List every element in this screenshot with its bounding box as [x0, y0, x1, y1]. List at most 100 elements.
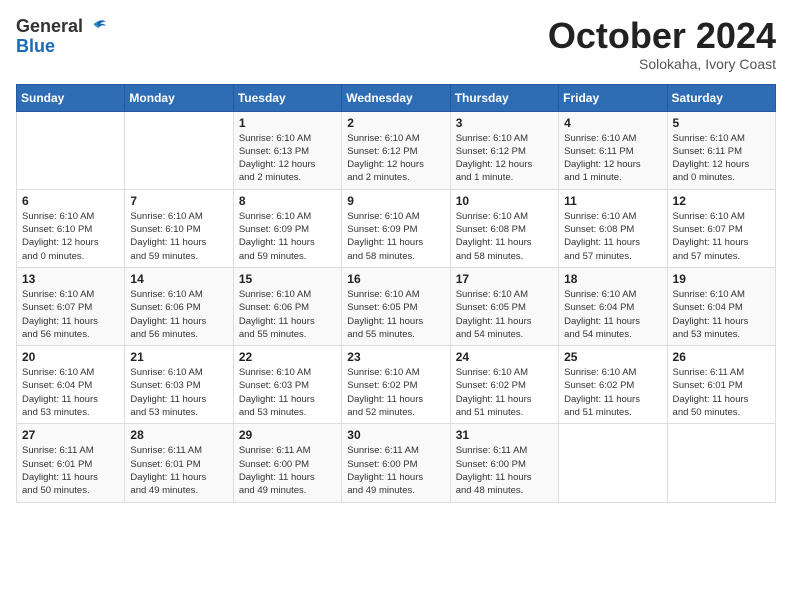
weekday-sunday: Sunday — [17, 84, 125, 111]
day-cell-27: 27 Sunrise: 6:11 AM Sunset: 6:01 PM Dayli… — [17, 424, 125, 502]
day-number-31: 31 — [456, 428, 553, 442]
week-row-1: 1Sunrise: 6:10 AM Sunset: 6:13 PM Daylig… — [17, 111, 776, 189]
day-number-12: 12 — [673, 194, 770, 208]
day-info-31: Sunrise: 6:11 AM Sunset: 6:00 PM Dayligh… — [456, 444, 553, 497]
day-number-30: 30 — [347, 428, 444, 442]
day-number-7: 7 — [130, 194, 227, 208]
day-info-6: Sunrise: 6:10 AM Sunset: 6:10 PM Dayligh… — [22, 210, 119, 263]
day-cell-28: 28Sunrise: 6:11 AM Sunset: 6:01 PM Dayli… — [125, 424, 233, 502]
day-cell-4: 4 Sunrise: 6:10 AM Sunset: 6:11 PM Daylig… — [559, 111, 667, 189]
day-info-15: Sunrise: 6:10 AM Sunset: 6:06 PM Dayligh… — [239, 288, 336, 341]
day-info-2: Sunrise: 6:10 AM Sunset: 6:12 PM Dayligh… — [347, 132, 444, 185]
day-info-8: Sunrise: 6:10 AM Sunset: 6:09 PM Dayligh… — [239, 210, 336, 263]
day-info-22: Sunrise: 6:10 AM Sunset: 6:03 PM Dayligh… — [239, 366, 336, 419]
logo-general: General — [16, 16, 83, 37]
day-info-29: Sunrise: 6:11 AM Sunset: 6:00 PM Dayligh… — [239, 444, 336, 497]
day-cell-30: 30Sunrise: 6:11 AM Sunset: 6:00 PM Dayli… — [342, 424, 450, 502]
day-number-19: 19 — [673, 272, 770, 286]
week-row-4: 20Sunrise: 6:10 AM Sunset: 6:04 PM Dayli… — [17, 346, 776, 424]
day-number-4: 4 — [564, 116, 661, 130]
weekday-header-row: SundayMondayTuesdayWednesdayThursdayFrid… — [17, 84, 776, 111]
day-cell-20: 20Sunrise: 6:10 AM Sunset: 6:04 PM Dayli… — [17, 346, 125, 424]
day-info-9: Sunrise: 6:10 AM Sunset: 6:09 PM Dayligh… — [347, 210, 444, 263]
day-number-29: 29 — [239, 428, 336, 442]
week-row-2: 6 Sunrise: 6:10 AM Sunset: 6:10 PM Daylig… — [17, 189, 776, 267]
day-info-25: Sunrise: 6:10 AM Sunset: 6:02 PM Dayligh… — [564, 366, 661, 419]
day-number-6: 6 — [22, 194, 119, 208]
day-info-21: Sunrise: 6:10 AM Sunset: 6:03 PM Dayligh… — [130, 366, 227, 419]
day-cell-7: 7Sunrise: 6:10 AM Sunset: 6:10 PM Daylig… — [125, 189, 233, 267]
weekday-thursday: Thursday — [450, 84, 558, 111]
empty-cell — [667, 424, 775, 502]
day-cell-14: 14 Sunrise: 6:10 AM Sunset: 6:06 PM Dayli… — [125, 267, 233, 345]
day-number-2: 2 — [347, 116, 444, 130]
day-cell-29: 29 Sunrise: 6:11 AM Sunset: 6:00 PM Dayli… — [233, 424, 341, 502]
day-cell-5: 5 Sunrise: 6:10 AM Sunset: 6:11 PM Daylig… — [667, 111, 775, 189]
day-info-17: Sunrise: 6:10 AM Sunset: 6:05 PM Dayligh… — [456, 288, 553, 341]
day-cell-17: 17 Sunrise: 6:10 AM Sunset: 6:05 PM Dayli… — [450, 267, 558, 345]
day-info-24: Sunrise: 6:10 AM Sunset: 6:02 PM Dayligh… — [456, 366, 553, 419]
day-info-26: Sunrise: 6:11 AM Sunset: 6:01 PM Dayligh… — [673, 366, 770, 419]
day-number-11: 11 — [564, 194, 661, 208]
day-number-14: 14 — [130, 272, 227, 286]
logo: General Blue — [16, 16, 107, 55]
day-info-23: Sunrise: 6:10 AM Sunset: 6:02 PM Dayligh… — [347, 366, 444, 419]
logo-bird-icon — [87, 17, 107, 37]
day-number-16: 16 — [347, 272, 444, 286]
day-cell-2: 2 Sunrise: 6:10 AM Sunset: 6:12 PM Daylig… — [342, 111, 450, 189]
day-info-4: Sunrise: 6:10 AM Sunset: 6:11 PM Dayligh… — [564, 132, 661, 185]
week-row-3: 13Sunrise: 6:10 AM Sunset: 6:07 PM Dayli… — [17, 267, 776, 345]
day-info-27: Sunrise: 6:11 AM Sunset: 6:01 PM Dayligh… — [22, 444, 119, 497]
day-cell-25: 25 Sunrise: 6:10 AM Sunset: 6:02 PM Dayli… — [559, 346, 667, 424]
weekday-saturday: Saturday — [667, 84, 775, 111]
day-number-24: 24 — [456, 350, 553, 364]
day-number-8: 8 — [239, 194, 336, 208]
day-info-14: Sunrise: 6:10 AM Sunset: 6:06 PM Dayligh… — [130, 288, 227, 341]
day-info-16: Sunrise: 6:10 AM Sunset: 6:05 PM Dayligh… — [347, 288, 444, 341]
day-cell-23: 23 Sunrise: 6:10 AM Sunset: 6:02 PM Dayli… — [342, 346, 450, 424]
day-cell-19: 19Sunrise: 6:10 AM Sunset: 6:04 PM Dayli… — [667, 267, 775, 345]
title-section: October 2024 Solokaha, Ivory Coast — [548, 16, 776, 72]
day-number-22: 22 — [239, 350, 336, 364]
empty-cell — [125, 111, 233, 189]
day-cell-9: 9 Sunrise: 6:10 AM Sunset: 6:09 PM Daylig… — [342, 189, 450, 267]
weekday-wednesday: Wednesday — [342, 84, 450, 111]
day-info-12: Sunrise: 6:10 AM Sunset: 6:07 PM Dayligh… — [673, 210, 770, 263]
day-cell-15: 15Sunrise: 6:10 AM Sunset: 6:06 PM Dayli… — [233, 267, 341, 345]
empty-cell — [17, 111, 125, 189]
weekday-friday: Friday — [559, 84, 667, 111]
day-number-3: 3 — [456, 116, 553, 130]
month-title: October 2024 — [548, 16, 776, 56]
day-number-5: 5 — [673, 116, 770, 130]
weekday-monday: Monday — [125, 84, 233, 111]
day-cell-31: 31 Sunrise: 6:11 AM Sunset: 6:00 PM Dayli… — [450, 424, 558, 502]
week-row-5: 27 Sunrise: 6:11 AM Sunset: 6:01 PM Dayli… — [17, 424, 776, 502]
day-number-21: 21 — [130, 350, 227, 364]
day-info-1: Sunrise: 6:10 AM Sunset: 6:13 PM Dayligh… — [239, 132, 336, 185]
day-info-13: Sunrise: 6:10 AM Sunset: 6:07 PM Dayligh… — [22, 288, 119, 341]
day-number-27: 27 — [22, 428, 119, 442]
empty-cell — [559, 424, 667, 502]
day-info-5: Sunrise: 6:10 AM Sunset: 6:11 PM Dayligh… — [673, 132, 770, 185]
location: Solokaha, Ivory Coast — [548, 56, 776, 72]
day-number-23: 23 — [347, 350, 444, 364]
day-info-10: Sunrise: 6:10 AM Sunset: 6:08 PM Dayligh… — [456, 210, 553, 263]
day-number-17: 17 — [456, 272, 553, 286]
day-number-9: 9 — [347, 194, 444, 208]
day-cell-6: 6 Sunrise: 6:10 AM Sunset: 6:10 PM Daylig… — [17, 189, 125, 267]
day-number-25: 25 — [564, 350, 661, 364]
day-info-3: Sunrise: 6:10 AM Sunset: 6:12 PM Dayligh… — [456, 132, 553, 185]
calendar-table: SundayMondayTuesdayWednesdayThursdayFrid… — [16, 84, 776, 503]
day-cell-21: 21 Sunrise: 6:10 AM Sunset: 6:03 PM Dayli… — [125, 346, 233, 424]
day-cell-11: 11 Sunrise: 6:10 AM Sunset: 6:08 PM Dayli… — [559, 189, 667, 267]
day-info-28: Sunrise: 6:11 AM Sunset: 6:01 PM Dayligh… — [130, 444, 227, 497]
day-cell-16: 16 Sunrise: 6:10 AM Sunset: 6:05 PM Dayli… — [342, 267, 450, 345]
day-number-26: 26 — [673, 350, 770, 364]
day-number-10: 10 — [456, 194, 553, 208]
day-cell-13: 13Sunrise: 6:10 AM Sunset: 6:07 PM Dayli… — [17, 267, 125, 345]
page-header: General Blue October 2024 Solokaha, Ivor… — [16, 16, 776, 72]
day-info-20: Sunrise: 6:10 AM Sunset: 6:04 PM Dayligh… — [22, 366, 119, 419]
day-cell-12: 12 Sunrise: 6:10 AM Sunset: 6:07 PM Dayli… — [667, 189, 775, 267]
day-cell-22: 22 Sunrise: 6:10 AM Sunset: 6:03 PM Dayli… — [233, 346, 341, 424]
day-info-11: Sunrise: 6:10 AM Sunset: 6:08 PM Dayligh… — [564, 210, 661, 263]
